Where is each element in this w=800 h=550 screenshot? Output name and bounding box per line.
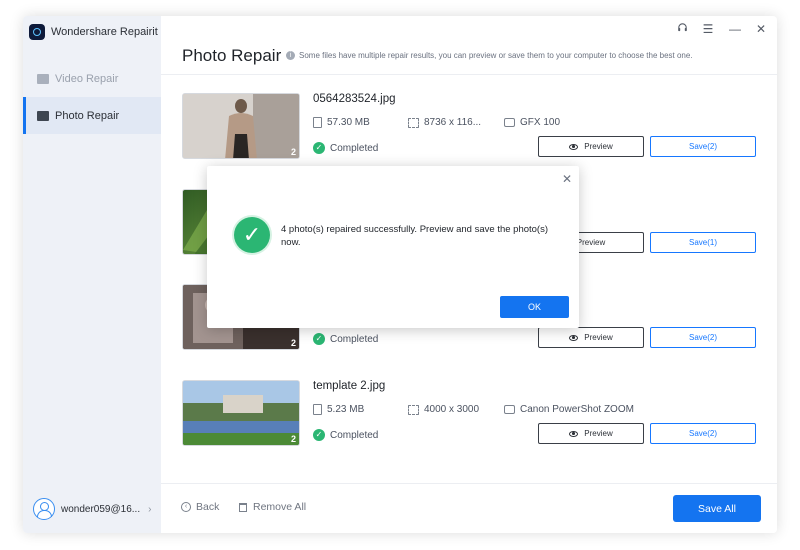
preview-label: Preview	[576, 238, 606, 247]
file-size: 57.30 MB	[327, 117, 370, 128]
sidebar-item-label: Video Repair	[55, 72, 119, 85]
resolution-icon	[408, 404, 419, 415]
close-button[interactable]: ✕	[753, 22, 769, 36]
file-resolution: 8736 x 116...	[424, 117, 482, 128]
file-name: 0564283524.jpg	[313, 93, 396, 105]
sidebar: Wondershare Repairit Video Repair Photo …	[23, 16, 161, 533]
sidebar-item-video-repair[interactable]: Video Repair	[23, 60, 161, 97]
file-meta: 57.30 MB 8736 x 116... GFX 100	[313, 117, 560, 128]
video-icon	[37, 73, 49, 84]
back-icon: ‹	[181, 502, 191, 512]
chevron-right-icon: ›	[148, 503, 152, 515]
preview-label: Preview	[584, 333, 613, 342]
list-item: 2 0564283524.jpg 57.30 MB 8736 x 116... …	[182, 93, 757, 163]
dialog-message: 4 photo(s) repaired successfully. Previe…	[281, 224, 549, 248]
back-button[interactable]: ‹ Back	[181, 501, 219, 513]
status: ✓ Completed	[313, 429, 378, 441]
save-button[interactable]: Save(1)	[650, 232, 756, 253]
user-name: wonder059@16...	[61, 503, 141, 515]
status-text: Completed	[330, 429, 379, 441]
save-button[interactable]: Save(2)	[650, 327, 756, 348]
repair-count-badge: 2	[290, 338, 296, 348]
resolution-icon	[408, 117, 419, 128]
sidebar-item-label: Photo Repair	[55, 109, 120, 122]
photo-thumbnail[interactable]: 2	[182, 93, 300, 159]
preview-label: Preview	[584, 429, 613, 438]
divider	[161, 74, 777, 75]
app-logo-icon	[29, 24, 45, 40]
minimize-button[interactable]: —	[727, 22, 743, 36]
preview-label: Preview	[584, 142, 613, 151]
app-title-bar: Wondershare Repairit	[29, 23, 158, 41]
page-subtitle: i Some files have multiple repair result…	[286, 51, 693, 60]
list-item: 2 template 2.jpg 5.23 MB 4000 x 3000 Can…	[182, 380, 757, 450]
info-icon: i	[286, 51, 295, 60]
file-camera: Canon PowerShot ZOOM	[520, 404, 634, 415]
preview-button[interactable]: Preview	[538, 327, 644, 348]
subtitle-text: Some files have multiple repair results,…	[299, 51, 693, 60]
status-text: Completed	[330, 142, 379, 154]
file-size: 5.23 MB	[327, 404, 365, 415]
remove-all-button[interactable]: Remove All	[239, 501, 306, 513]
camera-icon	[504, 405, 515, 414]
back-label: Back	[196, 501, 220, 513]
file-camera: GFX 100	[520, 117, 561, 128]
sidebar-item-photo-repair[interactable]: Photo Repair	[23, 97, 161, 134]
photo-thumbnail[interactable]: 2	[182, 380, 300, 446]
repair-count-badge: 2	[290, 147, 296, 157]
status: ✓ Completed	[313, 333, 378, 345]
check-icon: ✓	[313, 142, 325, 154]
avatar-icon	[33, 498, 55, 520]
trash-icon	[239, 502, 247, 512]
save-button[interactable]: Save(2)	[650, 136, 756, 157]
file-name: template 2.jpg	[313, 380, 386, 392]
eye-icon	[569, 334, 579, 341]
eye-icon	[569, 430, 579, 437]
file-meta: 5.23 MB 4000 x 3000 Canon PowerShot ZOOM	[313, 404, 634, 415]
status: ✓ Completed	[313, 142, 378, 154]
photo-icon	[37, 110, 49, 121]
status-text: Completed	[330, 333, 379, 345]
check-icon: ✓	[313, 333, 325, 345]
menu-icon[interactable]: ☰	[700, 22, 716, 36]
page-title: Photo Repair	[182, 46, 282, 65]
preview-button[interactable]: Preview	[538, 423, 644, 444]
success-check-icon: ✓	[234, 217, 270, 253]
support-icon[interactable]	[674, 22, 690, 36]
check-icon: ✓	[313, 429, 325, 441]
file-icon	[313, 117, 322, 128]
eye-icon	[569, 143, 579, 150]
ok-button[interactable]: OK	[500, 296, 569, 318]
camera-icon	[504, 118, 515, 127]
repair-count-badge: 2	[290, 434, 296, 444]
preview-button[interactable]: Preview	[538, 136, 644, 157]
save-all-button[interactable]: Save All	[673, 495, 761, 522]
footer-bar: ‹ Back Remove All Save All	[161, 483, 777, 533]
remove-all-label: Remove All	[253, 501, 307, 513]
save-button[interactable]: Save(2)	[650, 423, 756, 444]
user-account[interactable]: wonder059@16... ›	[33, 497, 157, 521]
app-title: Wondershare Repairit	[51, 26, 158, 38]
file-icon	[313, 404, 322, 415]
close-icon[interactable]: ✕	[562, 172, 572, 186]
file-resolution: 4000 x 3000	[424, 404, 480, 415]
success-dialog: ✕ ✓ 4 photo(s) repaired successfully. Pr…	[207, 166, 579, 328]
